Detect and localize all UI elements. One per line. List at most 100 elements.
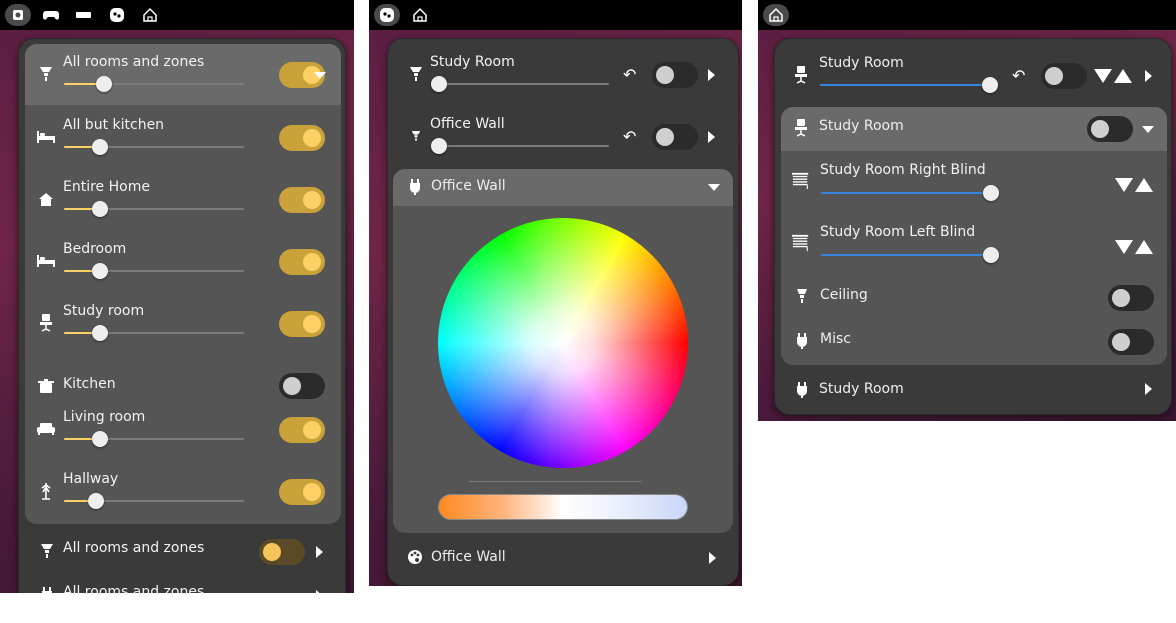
blind-position-slider[interactable] — [821, 185, 999, 201]
chevron-right-icon[interactable] — [316, 546, 323, 558]
slider-knob[interactable] — [92, 201, 108, 217]
light-row[interactable]: Bedroom — [30, 232, 330, 279]
ceiling-light-icon — [407, 65, 425, 83]
chevron-right-icon[interactable] — [708, 131, 715, 143]
chevron-right-icon[interactable] — [316, 590, 323, 593]
close-blind-icon[interactable] — [1115, 178, 1133, 192]
row-label: Study room — [63, 303, 145, 319]
misc-toggle[interactable] — [1108, 329, 1154, 355]
slider-knob[interactable] — [92, 263, 108, 279]
toggle-knob — [303, 315, 321, 333]
chevron-right-icon[interactable] — [709, 552, 716, 564]
switch-label: Ceiling — [820, 287, 868, 303]
light-row[interactable]: Study room — [30, 294, 330, 341]
brightness-slider[interactable] — [64, 493, 244, 509]
brightness-slider[interactable] — [64, 201, 244, 217]
blind-position-slider[interactable] — [821, 247, 999, 263]
collapse-caret-icon[interactable] — [1142, 126, 1154, 133]
screenshot-2: Study Room ↶ Office Wall ↶ Office Wall Offi… — [369, 0, 742, 586]
brightness-slider[interactable] — [64, 139, 244, 155]
row-toggle[interactable] — [279, 373, 325, 399]
row-toggle[interactable] — [279, 125, 325, 151]
group-title: Study Room — [819, 118, 904, 134]
divider — [469, 481, 641, 482]
group-toggle[interactable] — [1087, 116, 1133, 142]
close-blind-icon[interactable] — [1115, 240, 1133, 254]
light-row[interactable]: Living room — [30, 400, 330, 447]
slider-knob[interactable] — [431, 138, 447, 154]
slider-fill — [820, 84, 990, 86]
footer-row-lights[interactable]: All rooms and zones — [30, 530, 330, 572]
battery-icon[interactable] — [71, 4, 97, 26]
slider-knob[interactable] — [983, 185, 999, 201]
brightness-slider[interactable] — [64, 76, 244, 92]
home-assistant-icon[interactable] — [104, 4, 130, 26]
light-row[interactable]: Study Room ↶ — [399, 45, 729, 92]
light-row[interactable]: Entire Home — [30, 170, 330, 217]
footer-toggle[interactable] — [259, 539, 305, 565]
brightness-slider[interactable] — [64, 325, 244, 341]
open-blind-icon[interactable] — [1135, 178, 1153, 192]
undo-icon[interactable]: ↶ — [623, 67, 636, 83]
light-row[interactable]: Kitchen — [30, 356, 330, 399]
ceiling-toggle[interactable] — [1108, 285, 1154, 311]
top-bar — [369, 0, 742, 30]
slider-knob[interactable] — [982, 77, 998, 93]
chevron-right-icon[interactable] — [1145, 70, 1152, 82]
top-bar — [758, 0, 1176, 30]
camera-icon[interactable] — [5, 4, 31, 26]
screenshot-1: All rooms and zones All but kitchen Entire… — [0, 0, 354, 593]
row-label: All but kitchen — [63, 117, 165, 133]
row-toggle[interactable] — [652, 124, 698, 150]
brightness-slider[interactable] — [64, 431, 244, 447]
chevron-right-icon[interactable] — [708, 69, 715, 81]
blind-position-slider[interactable] — [820, 77, 998, 93]
collapse-caret-icon[interactable] — [708, 184, 720, 191]
slider-knob[interactable] — [92, 139, 108, 155]
light-row[interactable]: All but kitchen — [30, 108, 330, 155]
slider-knob[interactable] — [92, 325, 108, 341]
slider-knob[interactable] — [983, 247, 999, 263]
row-toggle[interactable] — [279, 417, 325, 443]
slider-knob[interactable] — [431, 76, 447, 92]
blinds-icon — [792, 234, 810, 252]
chair-icon — [794, 119, 808, 141]
row-toggle[interactable] — [279, 311, 325, 337]
row-toggle[interactable] — [279, 479, 325, 505]
footer-label: Office Wall — [431, 549, 506, 565]
chevron-right-icon[interactable] — [1145, 383, 1152, 395]
toggle-knob — [1112, 333, 1130, 351]
color-temperature-bar[interactable] — [438, 494, 688, 520]
expand-caret-icon[interactable] — [314, 72, 326, 79]
brightness-slider[interactable] — [431, 76, 609, 92]
home-icon[interactable] — [137, 4, 163, 26]
row-toggle[interactable] — [279, 249, 325, 275]
open-blind-icon[interactable] — [1135, 240, 1153, 254]
close-blinds-icon[interactable] — [1094, 69, 1112, 83]
color-wheel[interactable] — [438, 218, 688, 468]
slider-knob[interactable] — [95, 76, 112, 92]
row-toggle[interactable] — [652, 62, 698, 88]
gamepad-icon[interactable] — [38, 4, 64, 26]
home-icon[interactable] — [763, 4, 789, 26]
open-blinds-icon[interactable] — [1114, 69, 1132, 83]
row-toggle[interactable] — [1041, 63, 1087, 89]
light-row[interactable]: All rooms and zones — [30, 45, 330, 92]
blind-row[interactable]: Study Room Right Blind — [788, 158, 1158, 201]
blind-row[interactable]: Study Room Left Blind — [788, 220, 1158, 263]
undo-icon[interactable]: ↶ — [623, 129, 636, 145]
row-label: Study Room — [430, 54, 515, 70]
home-assistant-icon[interactable] — [374, 4, 400, 26]
home-icon[interactable] — [407, 4, 433, 26]
brightness-slider[interactable] — [431, 138, 609, 154]
toggle-knob — [303, 129, 321, 147]
slider-knob[interactable] — [92, 431, 108, 447]
row-label: Living room — [63, 409, 146, 425]
undo-icon[interactable]: ↶ — [1012, 68, 1025, 84]
brightness-slider[interactable] — [64, 263, 244, 279]
switch-label: Misc — [820, 331, 851, 347]
footer-row-plugs[interactable]: All rooms and zones — [30, 574, 330, 593]
row-toggle[interactable] — [279, 187, 325, 213]
light-row[interactable]: Office Wall ↶ — [399, 107, 729, 154]
light-row[interactable]: Hallway — [30, 462, 330, 509]
